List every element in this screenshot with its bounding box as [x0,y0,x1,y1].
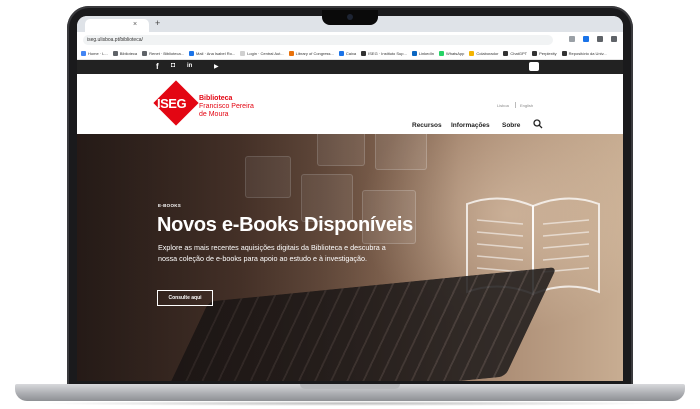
bookmark-icon [532,51,538,56]
new-tab-button[interactable]: + [155,18,160,28]
bookmark-icon [438,51,444,56]
bookmark-item[interactable]: Library of Congress... [288,51,334,56]
bookmark-item[interactable]: Home · L... [81,51,108,56]
bookmark-icon [112,51,118,56]
linkedin-icon[interactable]: in [187,63,192,69]
lang-pt-link[interactable]: Lisboa [497,103,509,108]
close-icon[interactable]: × [133,21,137,28]
star-icon[interactable] [569,36,575,42]
hero-title: Novos e-Books Disponíveis [157,214,413,236]
bookmark-icon [469,51,475,56]
youtube-icon[interactable]: ▶ [214,63,219,70]
bookmark-icon [189,51,195,56]
lang-divider [515,102,516,108]
accessibility-icon[interactable] [529,62,539,71]
hero-description: Explore as mais recentes aquisições digi… [158,243,386,263]
bookmark-item[interactable]: Repositório da Univ... [561,51,607,56]
nav-recursos[interactable]: Recursos [412,122,442,129]
site-header: ISEG Biblioteca Francisco Pereira de Mou… [77,74,623,134]
bookmark-item[interactable]: ISEG · Instituto Sup... [361,51,407,56]
bookmark-icon [142,51,148,56]
laptop-shadow [30,401,670,406]
brand-name: Biblioteca [199,95,233,102]
bookmark-item[interactable]: Biblioteca [112,51,137,56]
bookmark-item[interactable]: Renet · Biblioteca... [142,51,184,56]
bookmark-icon [240,51,246,56]
brand-subtitle-2: de Moura [199,111,229,118]
consult-button[interactable]: Consulte aqui [157,290,213,306]
nav-informacoes[interactable]: Informações [451,122,490,129]
search-icon[interactable] [533,119,543,129]
bookmark-item[interactable]: Colaborador [469,51,498,56]
menu-icon[interactable] [611,36,617,42]
browser-screen: × + iseg.ulisboa.pt/biblioteca/ Home · L… [77,16,623,381]
bookmark-item[interactable]: Mail · Ana Isabel Ro... [189,51,235,56]
bookmark-item[interactable]: Caixa [338,51,356,56]
laptop-opening-notch [300,384,400,389]
lang-en-link[interactable]: English [520,103,533,108]
brand-subtitle-1: Francisco Pereira [199,103,254,110]
bookmark-icon [338,51,344,56]
hero-banner: E-BOOKS Novos e-Books Disponíveis Explor… [77,134,623,381]
bookmark-icon [288,51,294,56]
url-field[interactable]: iseg.ulisboa.pt/biblioteca/ [83,35,553,45]
bookmarks-bar: Home · L... Biblioteca Renet · Bibliotec… [77,48,623,60]
facebook-icon[interactable]: f [156,62,159,71]
social-bar: f ◘ in ▶ [77,60,623,74]
bookmark-icon [361,51,367,56]
bookmark-icon [411,51,417,56]
bookmark-item[interactable]: WhatsApp [438,51,464,56]
address-bar: iseg.ulisboa.pt/biblioteca/ [77,32,623,49]
browser-tab[interactable]: × [85,19,149,32]
hero-category: E-BOOKS [158,203,182,208]
nav-sobre[interactable]: Sobre [502,122,520,129]
bookmark-item[interactable]: Login · Central Aut... [240,51,284,56]
bookmark-icon [503,51,509,56]
bookmark-item[interactable]: LinkedIn [411,51,434,56]
bookmark-item[interactable]: ChatGPT [503,51,527,56]
camera-icon [347,14,353,20]
bookmark-icon [561,51,567,56]
bookmark-item[interactable]: Perplexity [532,51,557,56]
extension-icon[interactable] [583,36,589,42]
profile-icon[interactable] [597,36,603,42]
bookmark-icon [81,51,86,56]
logo-text[interactable]: ISEG [157,96,187,111]
instagram-icon[interactable]: ◘ [171,62,175,69]
